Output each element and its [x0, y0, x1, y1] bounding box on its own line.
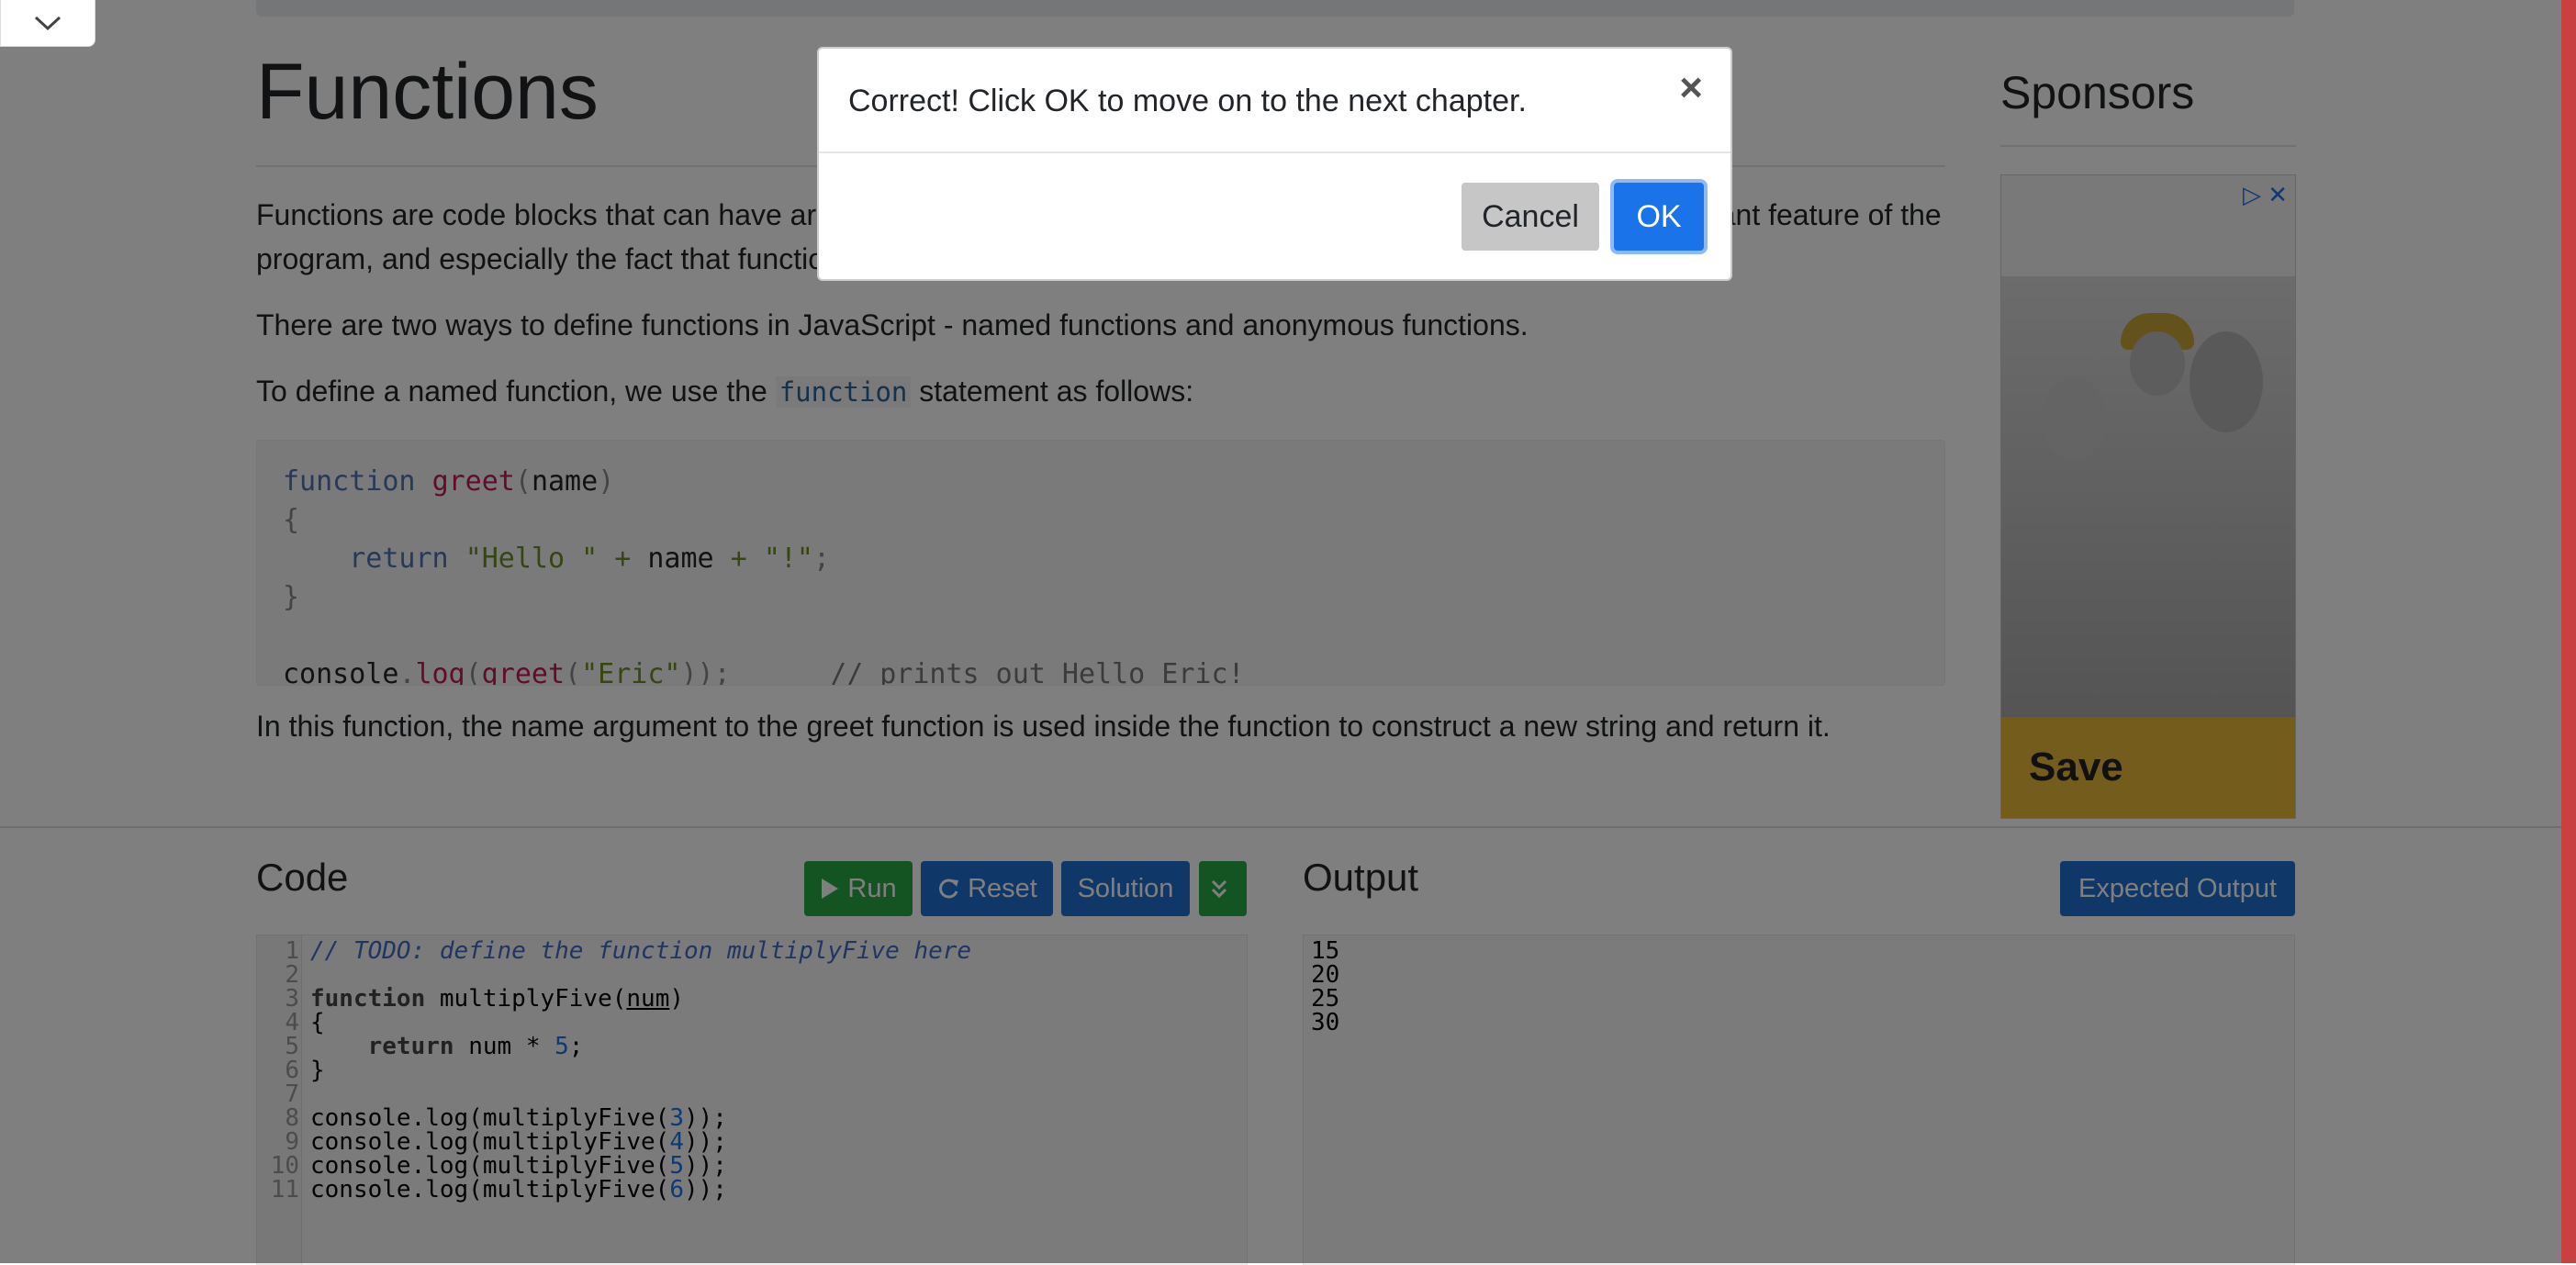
close-icon[interactable]: ×: [1679, 65, 1703, 111]
cancel-button[interactable]: Cancel: [1462, 183, 1599, 251]
page: Functions Functions are code blocks that…: [0, 0, 2576, 1265]
ok-label: OK: [1636, 198, 1682, 234]
collapse-toggle[interactable]: [0, 0, 95, 47]
dialog-divider: [819, 151, 1730, 153]
browser-edge: [2561, 0, 2576, 1263]
dialog-message: Correct! Click OK to move on to the next…: [848, 84, 1527, 118]
cancel-label: Cancel: [1482, 198, 1579, 234]
chevron-down-icon: [34, 16, 62, 31]
ok-button[interactable]: OK: [1614, 183, 1704, 251]
confirm-dialog: Correct! Click OK to move on to the next…: [817, 47, 1732, 281]
